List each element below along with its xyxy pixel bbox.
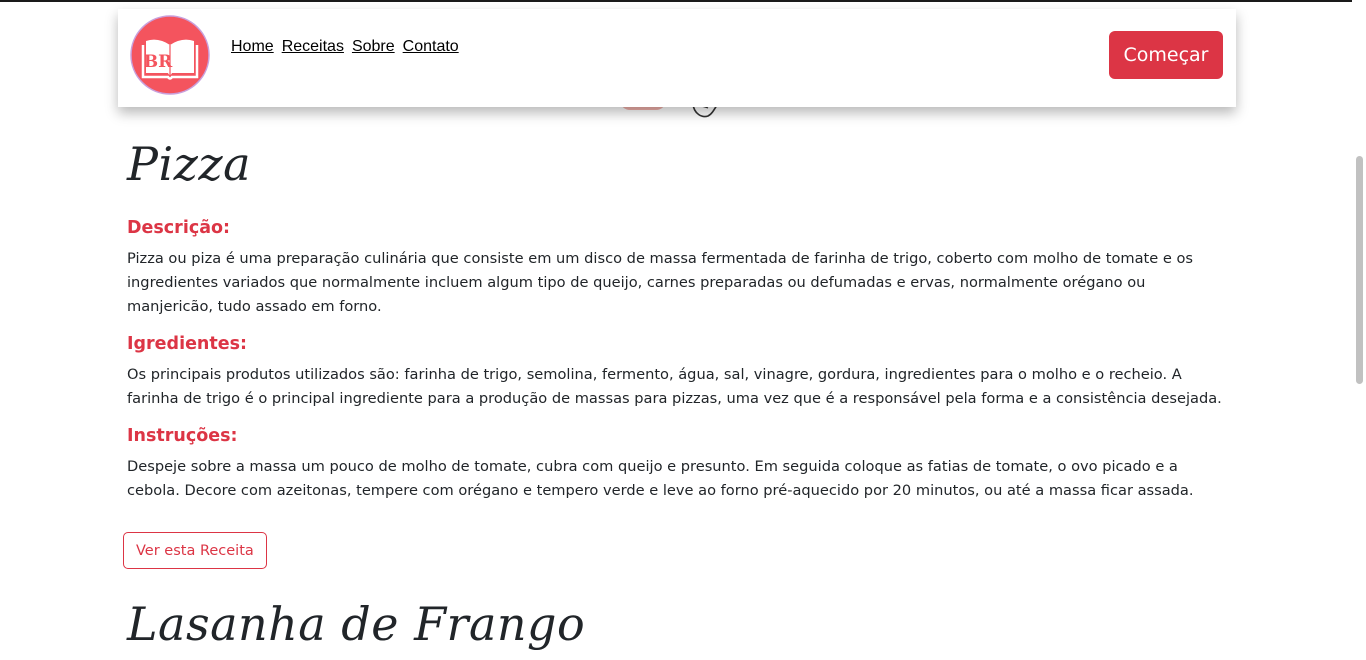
main-nav: Home Receitas Sobre Contato bbox=[231, 38, 459, 56]
recipe-title: Pizza bbox=[127, 137, 252, 191]
logo-letter-b: BR bbox=[144, 52, 173, 72]
scrollbar[interactable] bbox=[1352, 0, 1366, 660]
nav-sobre-link[interactable]: Sobre bbox=[352, 38, 395, 56]
ingredients-text: Os principais produtos utilizados são: f… bbox=[127, 366, 1222, 407]
nav-contato-link[interactable]: Contato bbox=[403, 38, 459, 56]
comecar-button[interactable]: Começar bbox=[1109, 31, 1223, 79]
window-top-border bbox=[0, 0, 1366, 2]
description-text: Pizza ou piza é uma preparação culinária… bbox=[127, 250, 1194, 315]
ingredients-heading: Igredientes: bbox=[127, 334, 248, 354]
site-logo[interactable]: BR bbox=[130, 15, 210, 95]
next-recipe-title: Lasanha de Frango bbox=[127, 597, 586, 651]
nav-home-link[interactable]: Home bbox=[231, 38, 274, 56]
nav-receitas-link[interactable]: Receitas bbox=[282, 38, 344, 56]
description-heading: Descrição: bbox=[127, 218, 231, 238]
instructions-heading: Instruções: bbox=[127, 426, 238, 446]
instructions-text: Despeje sobre a massa um pouco de molho … bbox=[127, 458, 1194, 499]
view-recipe-button[interactable]: Ver esta Receita bbox=[123, 532, 267, 569]
recipe-content: Pizza Descrição: Pizza ou piza é uma pre… bbox=[123, 130, 1222, 651]
scrollbar-thumb[interactable] bbox=[1356, 156, 1363, 384]
site-header: BR Home Receitas Sobre Contato Começar bbox=[118, 9, 1236, 107]
